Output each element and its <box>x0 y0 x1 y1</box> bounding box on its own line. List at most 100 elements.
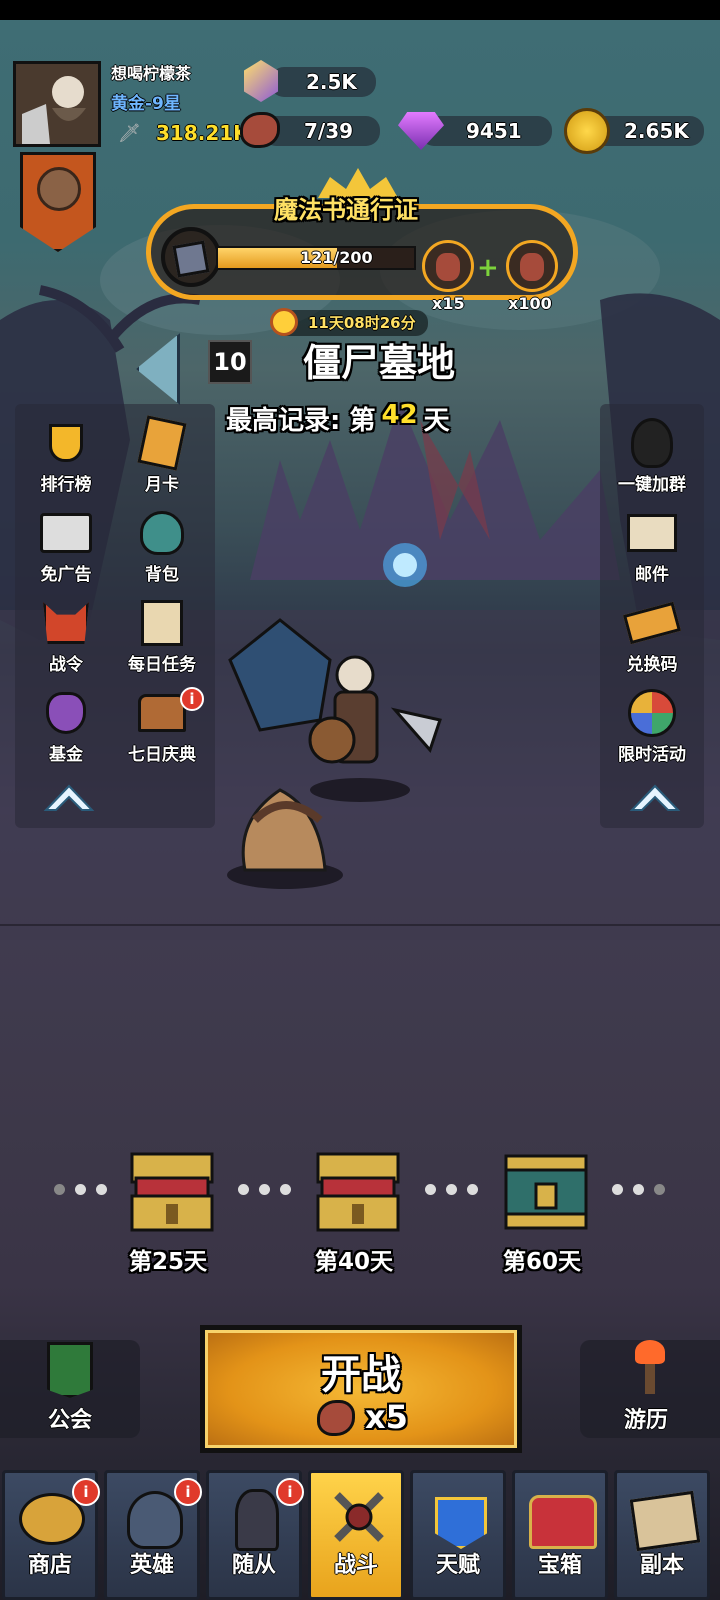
pass-reward-1[interactable] <box>422 240 474 292</box>
milestone-dots-3 <box>425 1184 478 1195</box>
milestone-dots-2 <box>238 1184 291 1195</box>
start-battle-button[interactable]: 开战 x5 <box>200 1325 522 1453</box>
best-record: 最高记录: 第 42 天 <box>226 400 450 437</box>
monthly-card-label: 月卡 <box>145 475 179 495</box>
fund-button[interactable]: 基金 <box>20 682 112 768</box>
record-prefix: 最高记录: 第 <box>226 406 376 436</box>
battle-pass-label: 战令 <box>49 655 83 675</box>
plus-icon: + <box>477 253 499 283</box>
daily-tasks-label: 每日任务 <box>128 655 196 675</box>
game-scene: 想喝柠檬茶 黄金-9星 🗡 318.21K 2.5K 7/39 9451 2.6… <box>0 20 720 1600</box>
battle-pass-button[interactable]: 战令 <box>20 592 112 678</box>
travel-label: 游历 <box>624 1408 669 1433</box>
gems-value: 9451 <box>466 119 522 143</box>
no-ads-label: 免广告 <box>40 565 92 585</box>
limited-event-label: 限时活动 <box>618 745 686 765</box>
meat-icon[interactable] <box>240 112 280 148</box>
stage-name: 僵尸墓地 <box>303 341 456 385</box>
tab-talent-label: 天赋 <box>435 1553 480 1578</box>
scroll-icon <box>134 596 190 650</box>
tab-battle-label: 战斗 <box>333 1553 378 1578</box>
ticket-icon <box>623 596 681 650</box>
guild-button[interactable]: 公会 <box>0 1340 140 1438</box>
backpack-button[interactable]: 背包 <box>116 502 208 588</box>
status-bar <box>0 0 720 20</box>
battle-cost: x5 <box>365 1398 408 1436</box>
knight-icon <box>235 1489 279 1551</box>
backpack-label: 背包 <box>145 565 179 585</box>
tab-chest-label: 宝箱 <box>537 1553 582 1578</box>
trophy-icon <box>38 416 94 470</box>
tab-heroes-label: 英雄 <box>129 1553 174 1578</box>
monthly-card-icon <box>134 415 190 471</box>
fund-label: 基金 <box>49 745 83 765</box>
collapse-left-menu-icon[interactable] <box>42 780 96 814</box>
open-chest-icon <box>130 1152 214 1232</box>
tab-dungeon-label: 副本 <box>639 1553 684 1578</box>
milestone-label-2: 第40天 <box>315 1249 394 1275</box>
monthly-card-button[interactable]: 月卡 <box>116 412 208 498</box>
power-value: 318.21K <box>156 121 249 145</box>
travel-button[interactable]: 游历 <box>580 1340 720 1438</box>
wheel-icon <box>624 686 680 740</box>
notification-badge: i <box>276 1478 304 1506</box>
demon-mask-icon <box>38 596 94 650</box>
penguin-icon <box>624 416 680 470</box>
join-group-button[interactable]: 一键加群 <box>606 412 698 498</box>
gold-value: 2.65K <box>624 119 689 143</box>
chest-icon <box>529 1495 597 1549</box>
tab-battle[interactable]: 战斗 <box>308 1470 404 1600</box>
tab-dungeon[interactable]: 副本 <box>614 1470 710 1600</box>
clock-icon <box>270 308 298 336</box>
battle-label: 开战 <box>321 1352 401 1398</box>
tab-shop-label: 商店 <box>27 1553 72 1578</box>
redeem-code-label: 兑换码 <box>626 655 678 675</box>
pass-timer: 11天08时26分 <box>308 314 416 332</box>
notification-badge: i <box>72 1478 100 1506</box>
backpack-icon <box>134 506 190 560</box>
milestone-chest-40[interactable] <box>312 1148 404 1236</box>
milestone-label-1: 第25天 <box>129 1249 208 1275</box>
tab-followers-label: 随从 <box>231 1553 276 1578</box>
shield-arrow-icon <box>435 1497 487 1549</box>
milestone-chest-25[interactable] <box>126 1148 218 1236</box>
guild-banner-icon <box>47 1342 93 1398</box>
closed-chest-icon <box>504 1154 588 1230</box>
stage-number: 10 <box>208 340 252 384</box>
seven-day-event-label: 七日庆典 <box>128 745 196 765</box>
tab-talent[interactable]: 天赋 <box>410 1470 506 1600</box>
milestone-dots-1 <box>54 1184 107 1195</box>
mail-button[interactable]: 邮件 <box>606 502 698 588</box>
meat-icon <box>520 253 544 281</box>
player-rank: 黄金-9星 <box>111 94 181 114</box>
mail-label: 邮件 <box>635 565 669 585</box>
player-name: 想喝柠檬茶 <box>111 64 192 83</box>
redeem-code-button[interactable]: 兑换码 <box>606 592 698 678</box>
gold-coin-icon[interactable] <box>564 108 610 154</box>
map-scroll-icon <box>629 1490 701 1552</box>
daily-tasks-button[interactable]: 每日任务 <box>116 592 208 678</box>
collapse-right-menu-icon[interactable] <box>628 780 682 814</box>
notification-badge: i <box>174 1478 202 1506</box>
helmet-icon <box>127 1491 183 1549</box>
leaderboard-label: 排行榜 <box>40 475 92 495</box>
rank-emblem-icon <box>37 167 81 211</box>
no-ads-button[interactable]: 免广告 <box>20 502 112 588</box>
meat-icon <box>317 1400 355 1436</box>
milestone-chest-60[interactable] <box>500 1148 592 1236</box>
envelope-icon <box>624 506 680 560</box>
open-chest-icon <box>316 1152 400 1232</box>
no-ads-icon <box>38 506 94 560</box>
pass-reward-2[interactable] <box>506 240 558 292</box>
tab-chest[interactable]: 宝箱 <box>512 1470 608 1600</box>
leaderboard-button[interactable]: 排行榜 <box>20 412 112 498</box>
join-group-label: 一键加群 <box>618 475 686 495</box>
pass-progress-text: 121/200 <box>300 248 373 267</box>
pass-reward-1-qty: x15 <box>432 294 465 313</box>
record-suffix: 天 <box>423 406 450 436</box>
player-avatar[interactable] <box>13 61 101 147</box>
limited-event-button[interactable]: 限时活动 <box>606 682 698 768</box>
milestone-label-3: 第60天 <box>503 1249 582 1275</box>
crossed-swords-icon <box>334 1492 384 1542</box>
meat-value: 7/39 <box>304 119 354 143</box>
